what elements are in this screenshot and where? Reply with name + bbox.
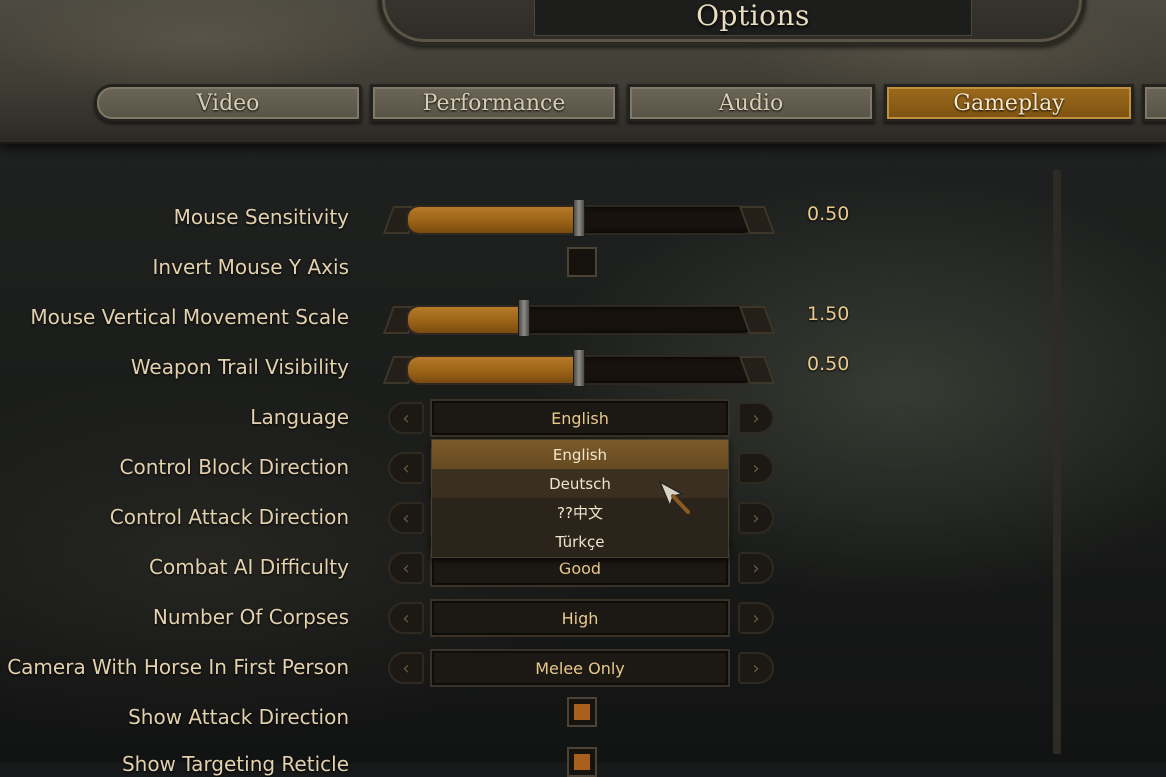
- chevron-left-icon[interactable]: ‹: [388, 452, 424, 484]
- slider-handle[interactable]: [517, 299, 530, 337]
- show-attack-checkbox[interactable]: [567, 697, 597, 727]
- slider-handle[interactable]: [573, 349, 585, 387]
- chevron-right-icon[interactable]: ›: [738, 502, 774, 534]
- label-control-attack: Control Attack Direction: [109, 505, 349, 529]
- slider-fill: [408, 357, 581, 383]
- slider-handle[interactable]: [573, 199, 585, 237]
- label-show-attack: Show Attack Direction: [128, 705, 349, 729]
- turn-camera-value[interactable]: Melee Only: [430, 649, 730, 687]
- label-invert-mouse-y: Invert Mouse Y Axis: [152, 255, 349, 279]
- mouse-sensitivity-slider[interactable]: [382, 199, 776, 237]
- weapon-trail-value: 0.50: [807, 353, 850, 375]
- label-turn-camera: Turn Camera With Horse In First Person: [0, 655, 349, 679]
- chevron-right-icon[interactable]: ›: [738, 652, 774, 684]
- corpses-selector[interactable]: ‹ High ›: [388, 599, 774, 637]
- corpses-value[interactable]: High: [430, 599, 730, 637]
- slider-fill: [408, 307, 526, 333]
- tab-next-partial[interactable]: [1142, 84, 1166, 122]
- chevron-right-icon[interactable]: ›: [738, 602, 774, 634]
- label-combat-ai: Combat AI Difficulty: [149, 555, 349, 579]
- weapon-trail-slider[interactable]: [382, 349, 776, 387]
- tab-gameplay[interactable]: Gameplay: [884, 84, 1134, 122]
- dropdown-option-english[interactable]: English: [432, 440, 728, 469]
- tab-video[interactable]: Video: [94, 84, 362, 122]
- tab-performance[interactable]: Performance: [370, 84, 618, 122]
- chevron-right-icon[interactable]: ›: [738, 402, 774, 434]
- mouse-sensitivity-value: 0.50: [807, 203, 850, 225]
- slider-track: [406, 305, 756, 335]
- chevron-left-icon[interactable]: ‹: [388, 552, 424, 584]
- label-language: Language: [250, 405, 349, 429]
- chevron-left-icon[interactable]: ‹: [388, 602, 424, 634]
- chevron-left-icon[interactable]: ‹: [388, 502, 424, 534]
- label-show-targeting: Show Targeting Reticle: [121, 752, 349, 776]
- language-value[interactable]: English: [430, 399, 730, 437]
- mouse-vertical-scale-value: 1.50: [807, 303, 850, 325]
- scrollbar[interactable]: [1053, 170, 1061, 754]
- language-selector[interactable]: ‹ English ›: [388, 399, 774, 437]
- label-control-block: Control Block Direction: [119, 455, 349, 479]
- dropdown-option-turkish[interactable]: Türkçe: [432, 527, 728, 556]
- tab-audio[interactable]: Audio: [627, 84, 875, 122]
- header: Options Video Performance Audio Gameplay: [0, 0, 1166, 144]
- label-weapon-trail: Weapon Trail Visibility: [130, 355, 349, 379]
- cursor-pointer-icon: [658, 480, 690, 514]
- title-box: Options: [534, 0, 972, 36]
- invert-mouse-y-checkbox[interactable]: [567, 247, 597, 277]
- label-mouse-sensitivity: Mouse Sensitivity: [173, 205, 349, 229]
- slider-fill: [408, 207, 581, 233]
- page-title: Options: [696, 0, 810, 32]
- chevron-left-icon[interactable]: ‹: [388, 402, 424, 434]
- label-corpses: Number Of Corpses: [152, 605, 349, 629]
- show-targeting-checkbox[interactable]: [567, 747, 597, 777]
- chevron-right-icon[interactable]: ›: [738, 552, 774, 584]
- mouse-vertical-scale-slider[interactable]: [382, 299, 776, 337]
- chevron-right-icon[interactable]: ›: [738, 452, 774, 484]
- label-mouse-vertical-scale: Mouse Vertical Movement Scale: [30, 305, 349, 329]
- chevron-left-icon[interactable]: ‹: [388, 652, 424, 684]
- turn-camera-selector[interactable]: ‹ Melee Only ›: [388, 649, 774, 687]
